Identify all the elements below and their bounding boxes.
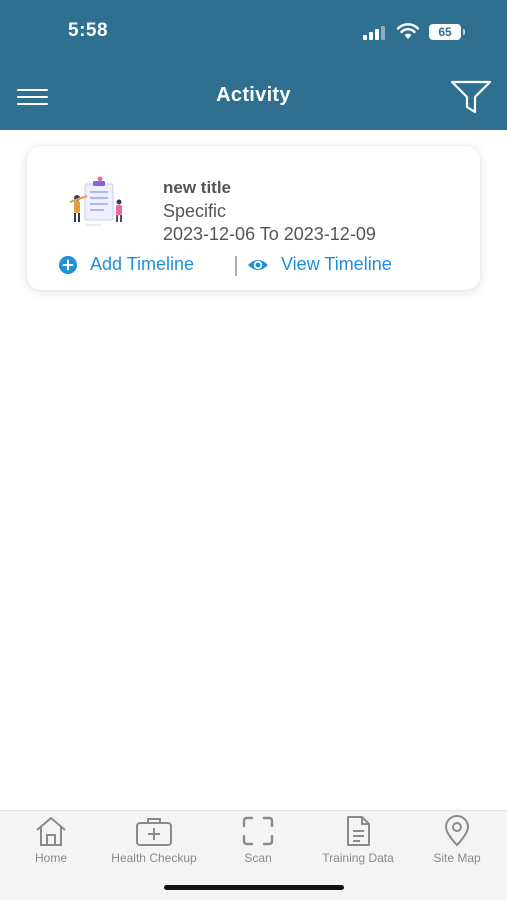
page-title: Activity xyxy=(216,84,291,106)
activity-type: Specific xyxy=(163,201,227,221)
status-time: 5:58 xyxy=(68,20,109,41)
tab-site-map-label: Site Map xyxy=(433,851,481,865)
tab-home-label: Home xyxy=(34,851,67,865)
add-timeline-button[interactable]: Add Timeline xyxy=(58,254,194,275)
filter-funnel-icon[interactable] xyxy=(449,79,493,115)
activity-title: new title xyxy=(163,178,232,197)
tab-scan-label: Scan xyxy=(244,851,272,865)
scan-frame-icon xyxy=(242,816,274,846)
add-timeline-label: Add Timeline xyxy=(90,254,195,274)
tab-scan[interactable]: Scan xyxy=(232,815,284,867)
activity-actions: Add Timeline View Timeline xyxy=(58,254,458,278)
activity-card[interactable]: new title Specific 2023-12-06 To 2023-12… xyxy=(27,146,480,290)
eye-icon xyxy=(248,259,268,270)
tab-health-checkup[interactable]: Health Checkup xyxy=(100,815,208,867)
tab-health-checkup-label: Health Checkup xyxy=(111,851,197,865)
plus-circle-icon xyxy=(59,255,77,274)
cellular-signal-icon xyxy=(363,26,387,40)
tab-training-data-label: Training Data xyxy=(322,851,394,865)
actions-divider xyxy=(235,256,237,276)
tab-training-data[interactable]: Training Data xyxy=(308,815,408,867)
tab-site-map[interactable]: Site Map xyxy=(424,815,490,867)
home-icon xyxy=(36,817,66,846)
view-timeline-button[interactable]: View Timeline xyxy=(247,254,392,275)
tab-home[interactable]: Home xyxy=(25,815,77,867)
battery-icon: 65 xyxy=(429,24,465,40)
home-indicator[interactable] xyxy=(164,885,344,890)
checklist-illustration-icon xyxy=(69,176,122,226)
status-bar: 5:58 65 xyxy=(0,0,507,60)
wifi-icon xyxy=(396,23,420,39)
document-icon xyxy=(347,816,370,846)
view-timeline-label: View Timeline xyxy=(281,254,392,274)
map-pin-icon xyxy=(444,815,470,847)
app-header: 5:58 65 Activity xyxy=(0,0,507,130)
activity-date-range: 2023-12-06 To 2023-12-09 xyxy=(163,224,376,244)
medical-kit-icon xyxy=(136,818,172,846)
